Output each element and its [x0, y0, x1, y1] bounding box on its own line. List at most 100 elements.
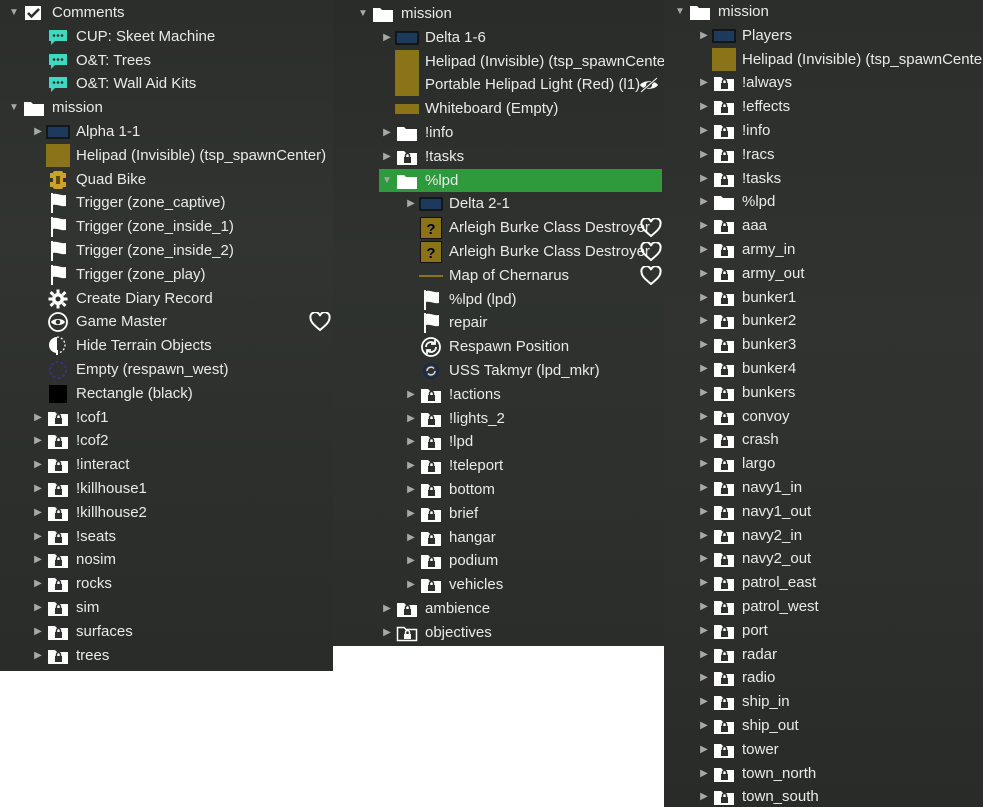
tree-row[interactable]: Rectangle (black): [30, 382, 333, 405]
tree-row[interactable]: ▶ radar: [696, 643, 983, 666]
tree-row[interactable]: ▶ trees: [30, 644, 333, 667]
tree-row[interactable]: ▶ !killhouse1: [30, 477, 333, 500]
tree-row[interactable]: Whiteboard (Empty): [379, 97, 664, 120]
tree-row[interactable]: ▶ !cof2: [30, 429, 333, 452]
collapse-arrow-icon[interactable]: ▶: [379, 621, 395, 644]
favorite-heart-icon[interactable]: [640, 265, 662, 286]
collapse-arrow-icon[interactable]: ▶: [696, 762, 712, 785]
collapse-arrow-icon[interactable]: ▶: [403, 407, 419, 430]
tree-row[interactable]: ▶ !actions: [403, 383, 664, 406]
collapse-arrow-icon[interactable]: ▶: [30, 453, 46, 476]
collapse-arrow-icon[interactable]: ▶: [30, 525, 46, 548]
tree-row[interactable]: ▶ town_south: [696, 785, 983, 807]
collapse-arrow-icon[interactable]: ▶: [696, 690, 712, 713]
collapse-arrow-icon[interactable]: ▶: [696, 262, 712, 285]
expand-arrow-icon[interactable]: ▼: [6, 1, 22, 24]
favorite-heart-icon[interactable]: [640, 241, 662, 262]
expand-arrow-icon[interactable]: ▼: [6, 96, 22, 119]
hidden-eye-icon[interactable]: [638, 75, 660, 95]
tree-row[interactable]: ? Arleigh Burke Class Destroyer: [403, 216, 664, 239]
tree-row[interactable]: CUP: Skeet Machine: [30, 25, 333, 48]
tree-row[interactable]: ▼ mission: [6, 96, 333, 119]
tree-row[interactable]: Create Diary Record: [30, 287, 333, 310]
tree-row[interactable]: ▶ port: [696, 619, 983, 642]
tree-row[interactable]: ▶ ship_in: [696, 690, 983, 713]
collapse-arrow-icon[interactable]: ▶: [696, 785, 712, 807]
collapse-arrow-icon[interactable]: ▶: [696, 143, 712, 166]
tree-row[interactable]: ▶ crash: [696, 428, 983, 451]
tree-row[interactable]: Portable Helipad Light (Red) (l1): [379, 73, 664, 96]
tree-row[interactable]: ▶ patrol_east: [696, 571, 983, 594]
tree-row[interactable]: ▶ sim: [30, 596, 333, 619]
collapse-arrow-icon[interactable]: ▶: [403, 502, 419, 525]
tree-row[interactable]: ▶ %lpd: [696, 190, 983, 213]
tree-row[interactable]: ▶ ambience: [379, 597, 664, 620]
tree-row[interactable]: ? Arleigh Burke Class Destroyer: [403, 240, 664, 263]
favorite-heart-icon[interactable]: [309, 311, 331, 332]
tree-row[interactable]: ▶ rocks: [30, 572, 333, 595]
tree-row[interactable]: ▶ objectives: [379, 621, 664, 644]
tree-row[interactable]: ▶ surfaces: [30, 620, 333, 643]
tree-row[interactable]: ▶ !info: [379, 121, 664, 144]
collapse-arrow-icon[interactable]: ▶: [30, 644, 46, 667]
tree-row[interactable]: ▶ radio: [696, 666, 983, 689]
collapse-arrow-icon[interactable]: ▶: [30, 477, 46, 500]
tree-row[interactable]: Trigger (zone_inside_2): [30, 239, 333, 262]
collapse-arrow-icon[interactable]: ▶: [696, 428, 712, 451]
collapse-arrow-icon[interactable]: ▶: [696, 357, 712, 380]
tree-row[interactable]: ▶ vehicles: [403, 573, 664, 596]
tree-row[interactable]: Respawn Position: [403, 335, 664, 358]
collapse-arrow-icon[interactable]: ▶: [696, 524, 712, 547]
collapse-arrow-icon[interactable]: ▶: [30, 429, 46, 452]
collapse-arrow-icon[interactable]: ▶: [696, 619, 712, 642]
collapse-arrow-icon[interactable]: ▶: [696, 309, 712, 332]
collapse-arrow-icon[interactable]: ▶: [403, 430, 419, 453]
tree-row[interactable]: ▶ navy1_out: [696, 500, 983, 523]
collapse-arrow-icon[interactable]: ▶: [696, 167, 712, 190]
tree-row[interactable]: ▶ largo: [696, 452, 983, 475]
tree-row[interactable]: ▶ ship_out: [696, 714, 983, 737]
tree-row[interactable]: ▶ aaa: [696, 214, 983, 237]
collapse-arrow-icon[interactable]: ▶: [696, 214, 712, 237]
collapse-arrow-icon[interactable]: ▶: [696, 714, 712, 737]
tree-row[interactable]: ▶ !interact: [30, 453, 333, 476]
tree-row[interactable]: ▶ bunker2: [696, 309, 983, 332]
tree-row[interactable]: ▶ navy2_in: [696, 524, 983, 547]
tree-row[interactable]: ▶ !info: [696, 119, 983, 142]
tree-row[interactable]: ▶ bunker3: [696, 333, 983, 356]
expand-arrow-icon[interactable]: ▼: [379, 169, 395, 192]
collapse-arrow-icon[interactable]: ▶: [696, 333, 712, 356]
tree-row[interactable]: ▶ bunkers: [696, 381, 983, 404]
tree-row[interactable]: ▶ bunker1: [696, 286, 983, 309]
tree-row[interactable]: ▶ hangar: [403, 526, 664, 549]
tree-row[interactable]: ▶ bottom: [403, 478, 664, 501]
collapse-arrow-icon[interactable]: ▶: [696, 500, 712, 523]
tree-row[interactable]: repair: [403, 311, 664, 334]
tree-row[interactable]: ▶ navy2_out: [696, 547, 983, 570]
collapse-arrow-icon[interactable]: ▶: [696, 452, 712, 475]
tree-row[interactable]: ▶ tower: [696, 738, 983, 761]
collapse-arrow-icon[interactable]: ▶: [696, 71, 712, 94]
collapse-arrow-icon[interactable]: ▶: [403, 573, 419, 596]
tree-row[interactable]: ▶ bunker4: [696, 357, 983, 380]
collapse-arrow-icon[interactable]: ▶: [696, 286, 712, 309]
tree-row[interactable]: ▶ town_north: [696, 762, 983, 785]
collapse-arrow-icon[interactable]: ▶: [696, 119, 712, 142]
collapse-arrow-icon[interactable]: ▶: [696, 666, 712, 689]
tree-row[interactable]: ▼ Comments: [6, 1, 333, 24]
tree-row[interactable]: ▶ !tasks: [696, 167, 983, 190]
collapse-arrow-icon[interactable]: ▶: [30, 120, 46, 143]
tree-row[interactable]: Helipad (Invisible) (tsp_spawnCenter): [30, 144, 333, 167]
tree-row[interactable]: ▶ convoy: [696, 405, 983, 428]
collapse-arrow-icon[interactable]: ▶: [696, 190, 712, 213]
collapse-arrow-icon[interactable]: ▶: [403, 526, 419, 549]
collapse-arrow-icon[interactable]: ▶: [403, 383, 419, 406]
collapse-arrow-icon[interactable]: ▶: [30, 548, 46, 571]
tree-row[interactable]: ▶ Delta 2-1: [403, 192, 664, 215]
tree-row[interactable]: ▶ Delta 1-6: [379, 26, 664, 49]
collapse-arrow-icon[interactable]: ▶: [30, 620, 46, 643]
expand-arrow-icon[interactable]: ▼: [355, 2, 371, 25]
tree-row[interactable]: ▶ patrol_west: [696, 595, 983, 618]
collapse-arrow-icon[interactable]: ▶: [696, 95, 712, 118]
tree-row[interactable]: ▼ %lpd: [379, 169, 662, 192]
